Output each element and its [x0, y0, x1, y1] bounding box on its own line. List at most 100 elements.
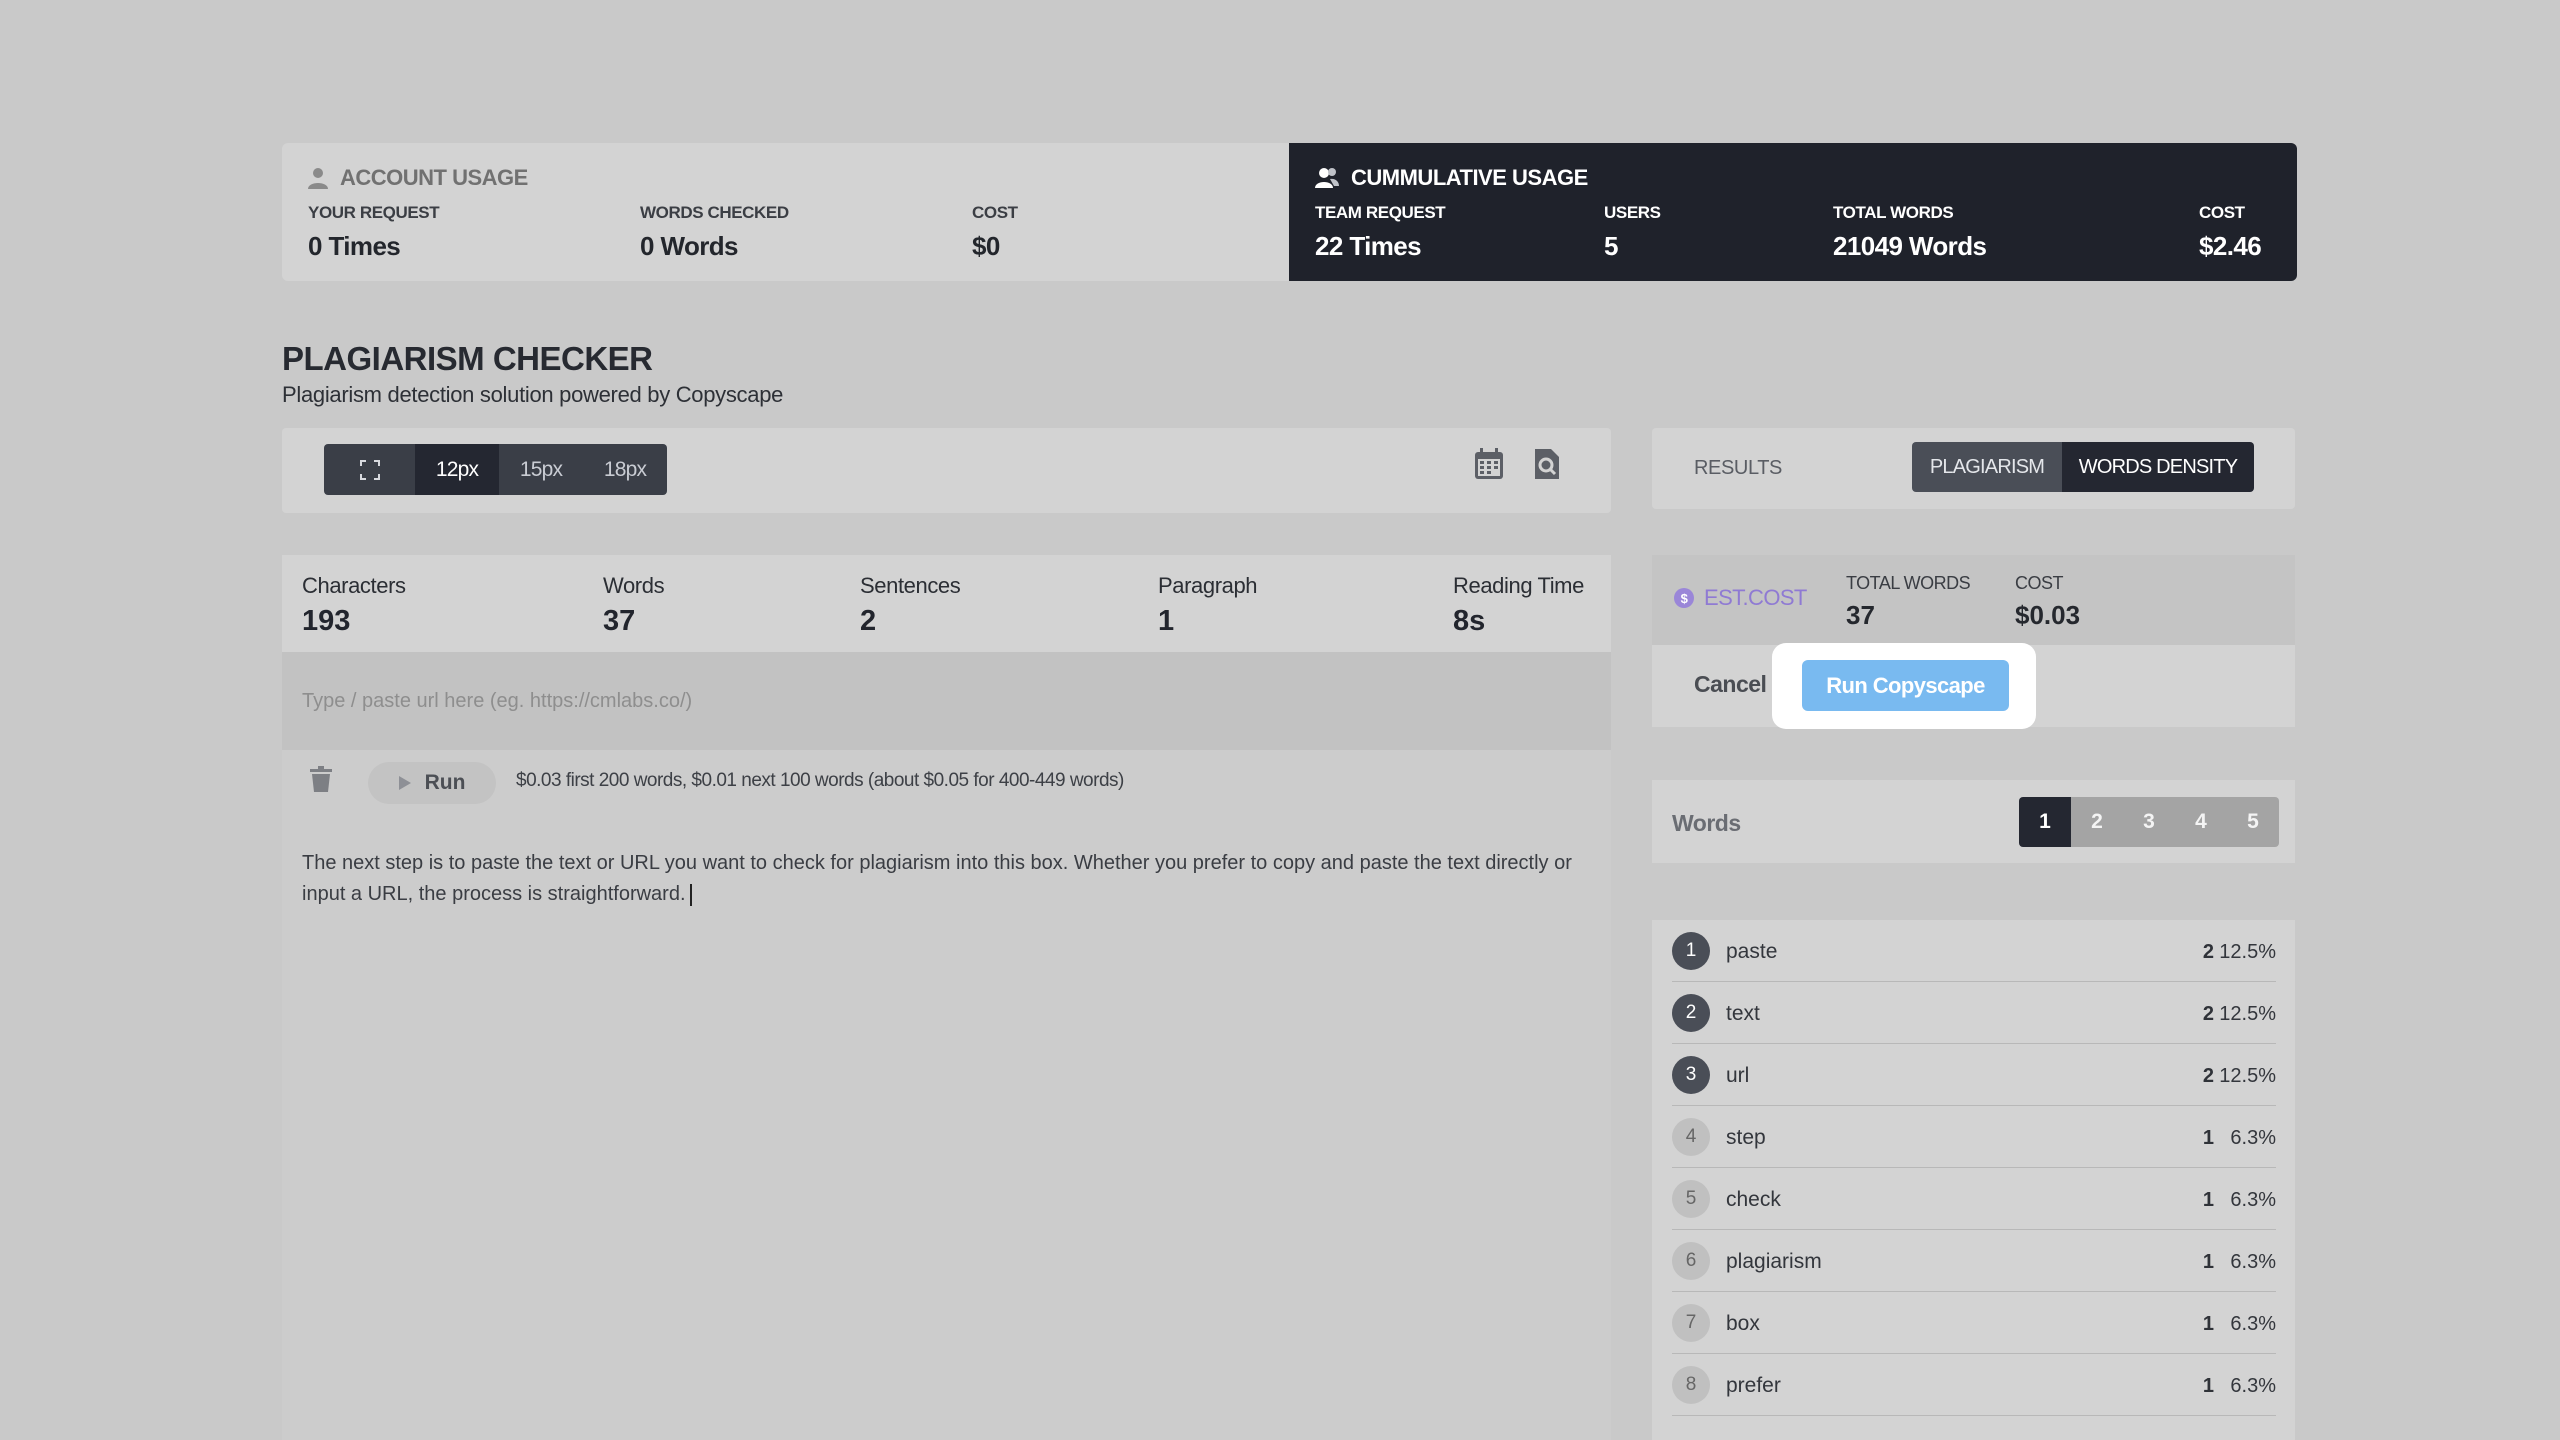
editor-content[interactable]: The next step is to paste the text or UR… [302, 848, 1592, 910]
users-icon [1315, 168, 1339, 188]
cumulative-cost-stat: COST $2.46 [2199, 203, 2262, 262]
list-item[interactable]: 4 step 1 6.3% [1672, 1106, 2276, 1168]
word-text: prefer [1726, 1374, 1781, 1397]
rank-badge: 2 [1672, 994, 1710, 1032]
url-input[interactable] [282, 652, 1611, 750]
word-text: check [1726, 1188, 1781, 1211]
word-text: plagiarism [1726, 1250, 1822, 1273]
font-size-15-button[interactable]: 15px [499, 444, 583, 495]
est-total-words-label: TOTAL WORDS [1846, 573, 1971, 593]
characters-value: 193 [302, 605, 351, 637]
dollar-coin-icon: $ [1674, 588, 1694, 608]
play-icon [398, 776, 411, 790]
results-bar: RESULTS PLAGIARISM WORDS DENSITY [1652, 428, 2295, 509]
run-button[interactable]: Run [368, 762, 496, 804]
est-cost-col-label: COST [2015, 573, 2064, 593]
word-percentage: 6.3% [2230, 1127, 2276, 1149]
reading-time-value: 8s [1453, 605, 1486, 637]
calendar-icon [1475, 448, 1503, 479]
word-count: 1 [2202, 1251, 2214, 1273]
rank-badge: 1 [1672, 932, 1710, 970]
text-editor[interactable]: Run $0.03 first 200 words, $0.01 next 10… [282, 750, 1611, 1440]
ngram-selector: 1 2 3 4 5 [2019, 797, 2279, 847]
paragraph-stat: Paragraph 1 [1158, 573, 1258, 638]
word-count: 2 [2202, 1003, 2214, 1025]
words-density-label: Words [1672, 810, 1741, 836]
word-count: 1 [2202, 1313, 2214, 1335]
ngram-1-button[interactable]: 1 [2019, 797, 2071, 847]
characters-label: Characters [302, 573, 406, 598]
editor-text: The next step is to paste the text or UR… [302, 852, 1572, 905]
word-percentage: 12.5% [2219, 1065, 2276, 1087]
usage-bar: ACCOUNT USAGE YOUR REQUEST 0 Times WORDS… [282, 143, 2297, 281]
list-item[interactable]: 5 check 1 6.3% [1672, 1168, 2276, 1230]
font-size-switcher: 12px 15px 18px [324, 444, 667, 495]
list-item[interactable]: 8 prefer 1 6.3% [1672, 1354, 2276, 1416]
est-cost: COST $0.03 [2015, 573, 2080, 631]
document-search-button[interactable] [1530, 444, 1564, 484]
rank-badge: 3 [1672, 1056, 1710, 1094]
words-checked-label: WORDS CHECKED [640, 203, 789, 222]
team-request-label: TEAM REQUEST [1315, 203, 1446, 222]
calendar-button[interactable] [1472, 444, 1506, 484]
word-percentage: 6.3% [2230, 1375, 2276, 1397]
expand-icon [359, 459, 380, 480]
est-total-words-value: 37 [1846, 600, 1875, 630]
list-item[interactable]: 3 url 2 12.5% [1672, 1044, 2276, 1106]
team-request-value: 22 Times [1315, 231, 1422, 261]
sentences-value: 2 [860, 605, 877, 637]
ngram-2-button[interactable]: 2 [2071, 797, 2123, 847]
list-item[interactable]: 7 box 1 6.3% [1672, 1292, 2276, 1354]
word-text: step [1726, 1126, 1766, 1149]
ngram-4-button[interactable]: 4 [2175, 797, 2227, 847]
text-stats: Characters 193 Words 37 Sentences 2 Para… [282, 555, 1611, 652]
tab-plagiarism[interactable]: PLAGIARISM [1912, 442, 2062, 492]
ngram-5-button[interactable]: 5 [2227, 797, 2279, 847]
tab-words-density[interactable]: WORDS DENSITY [2062, 442, 2254, 492]
fullscreen-button[interactable] [324, 444, 415, 495]
total-words-value: 21049 Words [1833, 231, 1987, 261]
rank-badge: 7 [1672, 1304, 1710, 1342]
list-item[interactable]: 2 text 2 12.5% [1672, 982, 2276, 1044]
list-item[interactable]: 1 paste 2 12.5% [1672, 920, 2276, 982]
cumulative-usage-header: CUMMULATIVE USAGE [1315, 165, 1588, 191]
text-caret [689, 883, 692, 906]
word-count: 2 [2202, 1065, 2214, 1087]
page-title: PLAGIARISM CHECKER [282, 340, 653, 377]
word-percentage: 6.3% [2230, 1251, 2276, 1273]
words-checked-value: 0 Words [640, 231, 739, 261]
word-percentage: 12.5% [2219, 1003, 2276, 1025]
word-text: box [1726, 1312, 1760, 1335]
rank-badge: 4 [1672, 1118, 1710, 1156]
team-request-stat: TEAM REQUEST 22 Times [1315, 203, 1446, 262]
font-size-18-button[interactable]: 18px [583, 444, 667, 495]
total-words-stat: TOTAL WORDS 21049 Words [1833, 203, 1987, 262]
reading-time-stat: Reading Time 8s [1453, 573, 1584, 638]
words-value: 37 [603, 605, 636, 637]
est-cost-label-group: $ EST.COST [1674, 585, 1807, 611]
account-usage-title: ACCOUNT USAGE [340, 165, 528, 190]
list-item[interactable]: 6 plagiarism 1 6.3% [1672, 1230, 2276, 1292]
sentences-stat: Sentences 2 [860, 573, 961, 638]
price-note: $0.03 first 200 words, $0.01 next 100 wo… [516, 770, 1124, 791]
ngram-3-button[interactable]: 3 [2123, 797, 2175, 847]
font-size-12-button[interactable]: 12px [415, 444, 499, 495]
account-cost-label: COST [972, 203, 1018, 222]
users-value: 5 [1604, 231, 1618, 261]
cumulative-usage-title: CUMMULATIVE USAGE [1351, 165, 1588, 190]
account-cost-value: $0 [972, 231, 1000, 261]
word-percentage: 12.5% [2219, 941, 2276, 963]
account-cost-stat: COST $0 [972, 203, 1018, 262]
run-button-label: Run [424, 771, 466, 794]
word-text: url [1726, 1064, 1750, 1087]
users-label: USERS [1604, 203, 1661, 222]
cumulative-cost-value: $2.46 [2199, 231, 2262, 261]
user-icon [308, 168, 328, 189]
run-copyscape-button[interactable]: Run Copyscape [1802, 660, 2009, 711]
rank-badge: 5 [1672, 1180, 1710, 1218]
word-percentage: 6.3% [2230, 1189, 2276, 1211]
clear-text-button[interactable] [310, 766, 336, 796]
word-text: text [1726, 1002, 1760, 1025]
cancel-button[interactable]: Cancel [1694, 671, 1767, 698]
results-label: RESULTS [1694, 457, 1782, 479]
